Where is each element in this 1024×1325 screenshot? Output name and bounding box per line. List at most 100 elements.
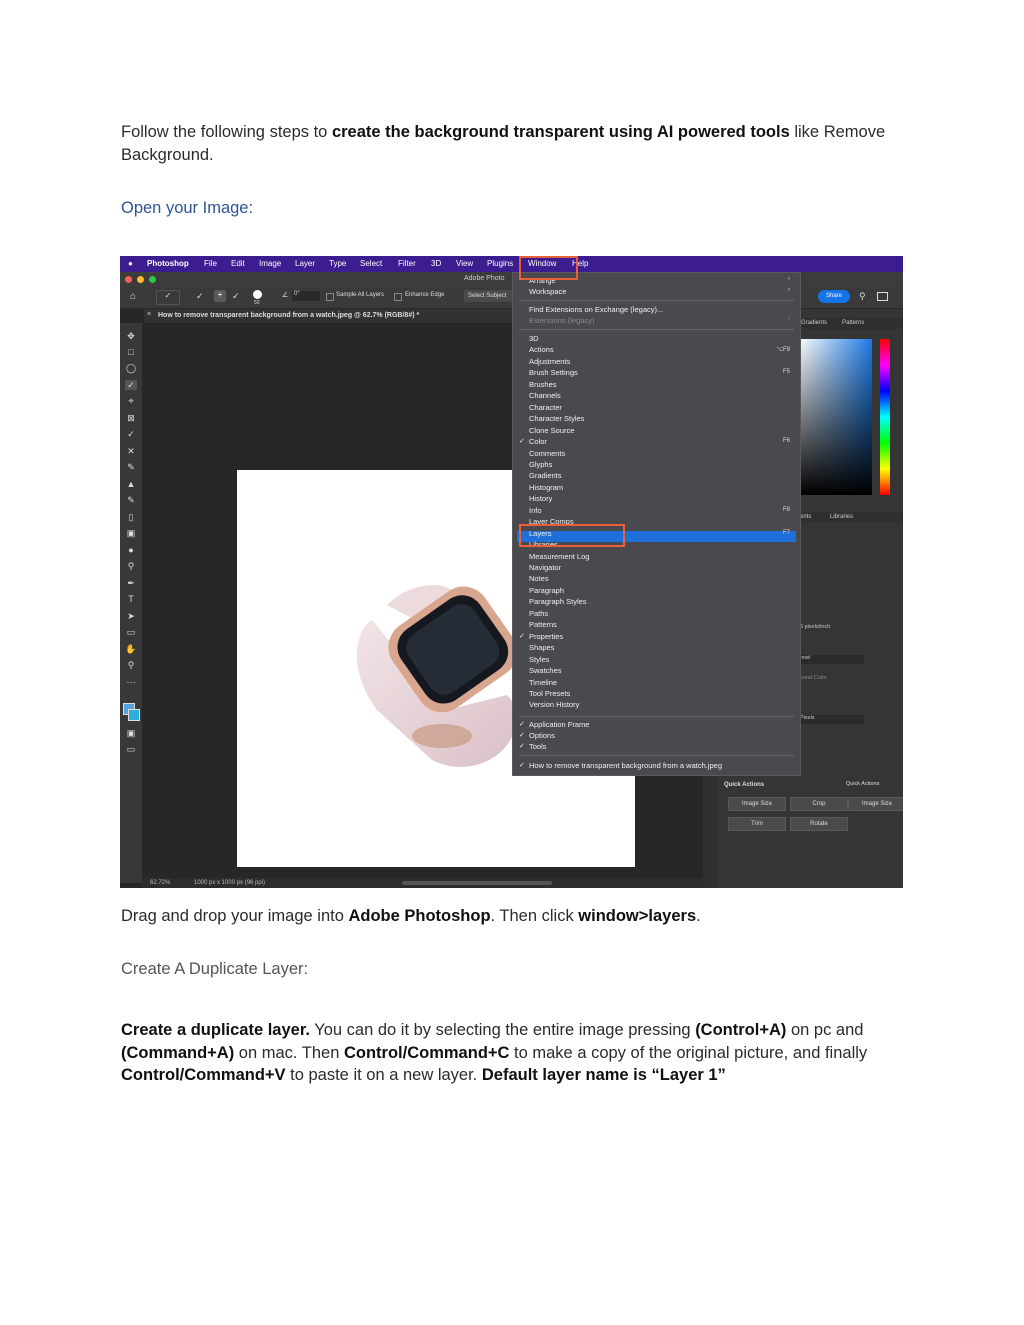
minimize-window-icon[interactable] [137,276,144,283]
color-picker-field[interactable] [798,339,872,495]
quick-select-tool-icon[interactable]: ✓ [125,380,137,390]
menu-item-adjustments[interactable]: Adjustments [529,357,570,366]
new-selection-icon[interactable]: ✓ [196,291,204,302]
menu-item-notes[interactable]: Notes [529,574,549,583]
menu-layer[interactable]: Layer [295,259,315,268]
dodge-tool-icon[interactable]: ⚲ [125,561,137,571]
rotate-button[interactable]: Rotate [790,817,848,831]
zoom-window-icon[interactable] [149,276,156,283]
healing-tool-icon[interactable]: ✕ [125,446,137,456]
menu-item-actions[interactable]: Actions [529,345,554,354]
type-tool-icon[interactable]: T [125,594,137,604]
shape-tool-icon[interactable]: ▭ [125,627,137,637]
lasso-tool-icon[interactable]: ◯ [125,363,137,373]
menu-item-channels[interactable]: Channels [529,391,561,400]
eraser-tool-icon[interactable]: ▯ [125,512,137,522]
menu-item-paragraph-styles[interactable]: Paragraph Styles [529,597,587,606]
menu-view[interactable]: View [456,259,473,268]
menu-select[interactable]: Select [360,259,382,268]
menu-item-options[interactable]: Options [529,731,555,740]
home-icon[interactable]: ⌂ [130,291,136,302]
tab-patterns[interactable]: Patterns [842,320,864,326]
menu-item-navigator[interactable]: Navigator [529,563,561,572]
hand-tool-icon[interactable]: ✋ [125,644,137,654]
menu-item-version-history[interactable]: Version History [529,700,579,709]
trim-button[interactable]: Trim [728,817,786,831]
menu-item-workspace[interactable]: Workspace [529,287,566,296]
menu-item-measurement-log[interactable]: Measurement Log [529,552,589,561]
stamp-tool-icon[interactable]: ▲ [125,479,137,489]
angle-field[interactable]: 0° [292,291,320,301]
tab-gradients[interactable]: Gradients [801,320,827,326]
menu-type[interactable]: Type [329,259,346,268]
menu-item-find-extensions[interactable]: Find Extensions on Exchange (legacy)... [529,305,663,314]
history-brush-icon[interactable]: ✎ [125,495,137,505]
enhance-edge-checkbox[interactable] [394,293,402,301]
menu-plugins[interactable]: Plugins [487,259,513,268]
menu-item-brush-settings[interactable]: Brush Settings [529,368,578,377]
marquee-tool-icon[interactable]: □ [125,347,137,357]
search-icon[interactable]: ⚲ [859,291,866,302]
menu-item-color[interactable]: Color [529,437,547,446]
menu-item-3d[interactable]: 3D [529,334,539,343]
menu-file[interactable]: File [204,259,217,268]
crop-tool-icon[interactable]: ⌖ [125,396,137,406]
screen-mode-icon[interactable]: ▭ [125,744,137,754]
menu-item-tools[interactable]: Tools [529,742,547,751]
sample-all-layers-checkbox[interactable] [326,293,334,301]
move-tool-icon[interactable]: ✥ [125,331,137,341]
menu-item-open-document[interactable]: How to remove transparent background fro… [529,761,722,770]
path-select-icon[interactable]: ➤ [125,611,137,621]
menu-item-character[interactable]: Character [529,403,562,412]
crop-action-button[interactable]: Crop [790,797,848,811]
menu-item-paragraph[interactable]: Paragraph [529,586,564,595]
blur-tool-icon[interactable]: ● [125,545,137,555]
pen-tool-icon[interactable]: ✒ [125,578,137,588]
quick-mask-icon[interactable]: ▣ [125,728,137,738]
close-tab-icon[interactable]: × [147,311,151,318]
menu-item-shapes[interactable]: Shapes [529,643,554,652]
add-selection-icon[interactable]: + [214,290,226,302]
menu-item-swatches[interactable]: Swatches [529,666,562,675]
zoom-tool-icon[interactable]: ⚲ [125,660,137,670]
menu-item-histogram[interactable]: Histogram [529,483,563,492]
hue-slider[interactable] [880,339,890,495]
more-tools-icon[interactable]: ⋯ [125,677,137,687]
eyedropper-tool-icon[interactable]: ✓ [125,429,137,439]
menu-item-brushes[interactable]: Brushes [529,380,557,389]
menu-item-timeline[interactable]: Timeline [529,678,557,687]
menu-item-info[interactable]: Info [529,506,542,515]
menu-photoshop[interactable]: Photoshop [147,259,189,268]
mode-select[interactable]: nnel [800,655,864,664]
menu-item-clone-source[interactable]: Clone Source [529,426,574,435]
menu-filter[interactable]: Filter [398,259,416,268]
brush-size-icon[interactable] [253,290,262,299]
menu-item-styles[interactable]: Styles [529,655,549,664]
close-window-icon[interactable] [125,276,132,283]
horizontal-scrollbar[interactable] [402,881,552,885]
menu-item-comments[interactable]: Comments [529,449,565,458]
menu-item-patterns[interactable]: Patterns [529,620,557,629]
workspace-icon[interactable] [877,292,888,301]
menu-item-properties[interactable]: Properties [529,632,563,641]
share-button[interactable]: Share [818,290,850,303]
menu-item-application-frame[interactable]: Application Frame [529,720,589,729]
menu-3d[interactable]: 3D [431,259,441,268]
background-color-swatch[interactable] [128,709,140,721]
menu-item-tool-presets[interactable]: Tool Presets [529,689,570,698]
gradient-tool-icon[interactable]: ▣ [125,528,137,538]
image-size-quick-button[interactable]: Image Size [728,797,786,811]
menu-item-character-styles[interactable]: Character Styles [529,414,584,423]
menu-item-paths[interactable]: Paths [529,609,548,618]
frame-tool-icon[interactable]: ⊠ [125,413,137,423]
units-select[interactable]: Pixels [800,715,864,724]
menu-item-history[interactable]: History [529,494,552,503]
brush-tool-icon[interactable]: ✎ [125,462,137,472]
image-size-button[interactable]: Image Size [848,797,903,811]
menu-edit[interactable]: Edit [231,259,245,268]
menu-item-gradients[interactable]: Gradients [529,471,562,480]
quick-select-preset-icon[interactable]: ✓ [156,290,180,305]
menu-image[interactable]: Image [259,259,281,268]
tab-libraries[interactable]: Libraries [830,514,853,520]
menu-item-glyphs[interactable]: Glyphs [529,460,552,469]
